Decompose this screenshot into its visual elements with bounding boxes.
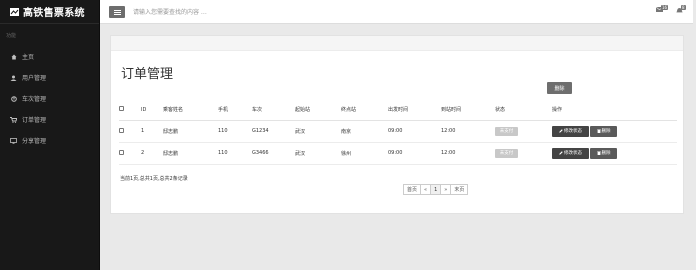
logo-icon [10,7,19,16]
cart-icon [10,116,17,123]
row-checkbox[interactable] [119,149,124,155]
cell-to: 南京 [341,120,388,143]
topbar-icons: 16 8 [656,5,686,15]
cell-depart: 09:00 [388,142,441,165]
brand[interactable]: 高铁售票系统 [0,0,99,24]
menu-toggle-button[interactable] [109,6,125,18]
sidebar-item-label: 车次管理 [22,96,47,103]
edit-status-button[interactable]: 修改状态 [552,125,589,137]
brand-title: 高铁售票系统 [23,8,85,19]
cell-arrive: 12:00 [441,142,495,165]
column-header: 乘客姓名 [163,100,218,121]
table-header-row: ID 乘客姓名 手机 车次 起始站 终点站 出发时间 到站时间 状态 操作 [119,100,677,121]
trash-icon [596,129,601,133]
cell-train: G1234 [252,120,295,143]
nav-section-label: 功能 [6,33,17,39]
row-checkbox[interactable] [119,127,124,133]
edit-status-label: 修改状态 [564,151,582,156]
column-header: 起始站 [295,100,341,121]
pagination: 首页 « 1 » 末页 [403,184,469,195]
cell-depart: 09:00 [388,120,441,143]
hamburger-icon [113,9,121,15]
pencil-icon [559,129,563,133]
sidebar-item-label: 订单管理 [22,117,47,124]
pencil-icon [559,151,563,155]
cell-from: 武汉 [295,142,341,165]
topbar: 16 8 [100,0,696,24]
records-summary: 当前1页,总共1页,总共2条记录 [120,176,188,182]
sidebar-item-shares[interactable]: 分享管理 [0,130,99,151]
sidebar-item-label: 用户管理 [22,75,47,82]
sidebar-item-home[interactable]: 主页 [0,46,99,67]
sidebar-item-orders[interactable]: 订单管理 [0,109,99,130]
notifications-badge: 8 [681,5,686,10]
row-delete-button[interactable]: 删除 [590,147,617,159]
sidebar: 高铁售票系统 功能 主页 用户管理 车次管理 订单管理 分享管理 [0,0,100,270]
status-button[interactable]: 未支付 [495,148,518,158]
status-button[interactable]: 未支付 [495,126,518,136]
row-delete-label: 删除 [601,151,611,156]
cell-to: 徐州 [341,142,388,165]
select-all-checkbox[interactable] [119,106,124,112]
edit-status-label: 修改状态 [564,129,582,134]
cell-phone: 110 [218,142,252,165]
cell-name: 邸志鹏 [163,120,218,143]
delete-button[interactable]: 删除 [547,82,572,94]
home-icon [10,53,17,60]
cell-id: 1 [141,120,163,143]
column-header: 操作 [552,100,677,121]
edit-status-button[interactable]: 修改状态 [552,147,589,159]
page-first[interactable]: 首页 [403,184,422,195]
column-header: 车次 [252,100,295,121]
column-header: 终点站 [341,100,388,121]
search-input[interactable] [133,6,313,18]
column-header: 出发时间 [388,100,441,121]
trash-icon [596,151,601,155]
train-icon [10,95,17,102]
column-header: 状态 [495,100,552,121]
messages-button[interactable]: 16 [656,5,669,15]
cell-id: 2 [141,142,163,165]
page-title: 订单管理 [121,67,174,82]
cell-arrive: 12:00 [441,120,495,143]
row-delete-label: 删除 [601,129,611,134]
share-icon [10,137,17,144]
cell-name: 邸志鹏 [163,142,218,165]
sidebar-item-label: 主页 [22,54,35,61]
panel-header [111,36,683,51]
column-header: ID [141,100,163,121]
orders-table: ID 乘客姓名 手机 车次 起始站 终点站 出发时间 到站时间 状态 操作 1 … [119,100,677,165]
cell-phone: 110 [218,120,252,143]
column-header: 手机 [218,100,252,121]
sidebar-item-users[interactable]: 用户管理 [0,67,99,88]
notifications-button[interactable]: 8 [676,5,686,15]
sidebar-item-label: 分享管理 [22,138,47,145]
cell-from: 武汉 [295,120,341,143]
content-panel: 订单管理 删除 ID 乘客姓名 手机 车次 起始站 终点站 出发时间 到站时间 … [110,35,684,214]
sidebar-item-trains[interactable]: 车次管理 [0,88,99,109]
column-header: 到站时间 [441,100,495,121]
row-delete-button[interactable]: 删除 [590,125,617,137]
table-row: 1 邸志鹏 110 G1234 武汉 南京 09:00 12:00 未支付 修改… [119,120,677,143]
user-icon [10,74,17,81]
cell-train: G3466 [252,142,295,165]
page-last[interactable]: 末页 [450,184,469,195]
table-row: 2 邸志鹏 110 G3466 武汉 徐州 09:00 12:00 未支付 修改… [119,142,677,165]
messages-badge: 16 [661,5,669,10]
